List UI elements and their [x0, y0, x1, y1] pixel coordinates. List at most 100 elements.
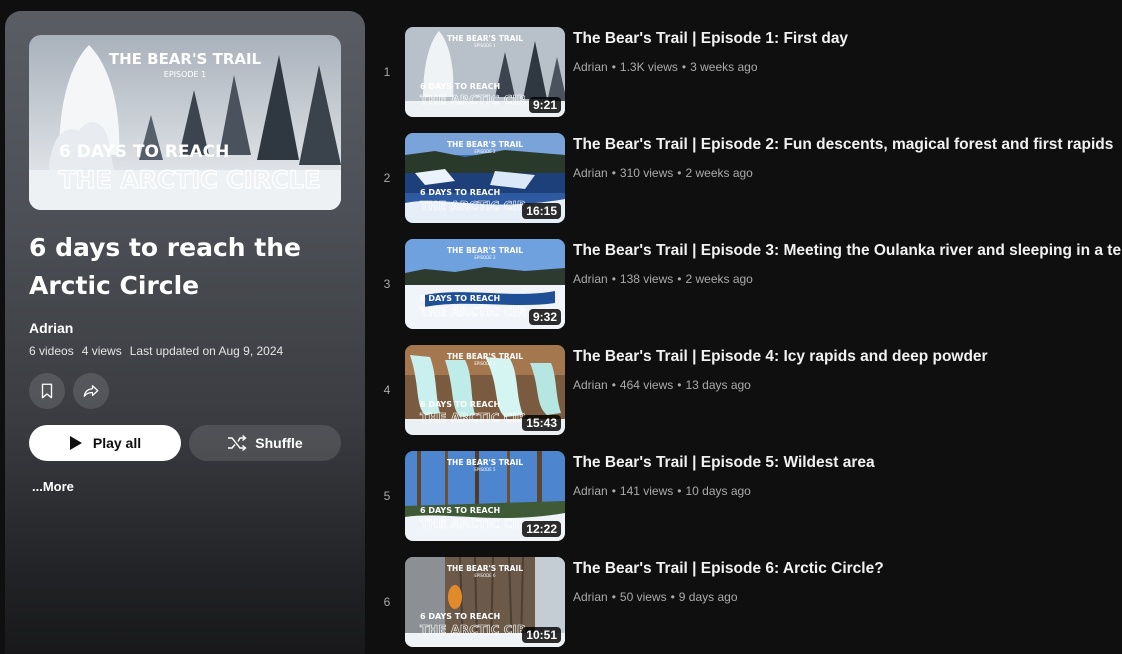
- video-title[interactable]: The Bear's Trail | Episode 5: Wildest ar…: [573, 454, 1121, 472]
- separator-dot: •: [611, 272, 616, 286]
- play-all-label: Play all: [92, 435, 142, 451]
- thumb-series-text: THE BEAR'S TRAIL: [447, 140, 523, 149]
- thumb-line2-text: THE ARCTIC CIR: [420, 517, 526, 531]
- playlist-owner[interactable]: Adrian: [29, 320, 73, 336]
- video-title[interactable]: The Bear's Trail | Episode 2: Fun descen…: [573, 136, 1121, 154]
- video-thumbnail[interactable]: THE BEAR'S TRAIL EPISODE 6 6 DAYS TO REA…: [405, 557, 565, 647]
- thumb-line2-text: THE ARCTIC CIR: [420, 305, 526, 319]
- thumb-series-text: THE BEAR'S TRAIL: [447, 246, 523, 255]
- video-views: 310 views: [619, 166, 674, 180]
- thumb-line2-text: THE ARCTIC CIRCLE: [59, 166, 320, 194]
- video-duration: 10:51: [522, 627, 561, 643]
- list-item[interactable]: 2 THE BEAR'S TRAIL EPISODE 2 6 DAYS TO R…: [370, 133, 1122, 229]
- video-title[interactable]: The Bear's Trail | Episode 3: Meeting th…: [573, 242, 1122, 260]
- thumb-line1-text: 6 DAYS TO REACH: [420, 506, 500, 515]
- video-thumbnail[interactable]: THE BEAR'S TRAIL EPISODE 1 6 DAYS TO REA…: [405, 27, 565, 117]
- separator-dot: •: [677, 484, 682, 498]
- thumb-series-text: THE BEAR'S TRAIL: [447, 352, 523, 361]
- list-item[interactable]: 4 THE BEAR'S TRAIL EPISODE 4 6 DAYS TO R…: [370, 345, 1122, 441]
- thumb-line2-text: THE ARCTIC CIR: [420, 93, 526, 107]
- video-meta: Adrian • 1.3K views • 3 weeks ago: [573, 60, 758, 74]
- thumb-line1-text: 6 DAYS TO REACH: [420, 612, 500, 621]
- video-duration: 9:21: [528, 97, 561, 113]
- video-thumbnail[interactable]: THE BEAR'S TRAIL EPISODE 5 6 DAYS TO REA…: [405, 451, 565, 541]
- thumb-line2-text: THE ARCTIC CIR: [420, 199, 526, 213]
- thumb-episode-text: EPISODE 1: [164, 70, 206, 79]
- shuffle-icon: [228, 435, 247, 451]
- video-thumbnail[interactable]: THE BEAR'S TRAIL EPISODE 3 6 DAYS TO REA…: [405, 239, 565, 329]
- video-title[interactable]: The Bear's Trail | Episode 4: Icy rapids…: [573, 348, 1121, 366]
- separator-dot: •: [611, 590, 616, 604]
- thumb-line1-text: 6 DAYS TO REACH: [420, 400, 500, 409]
- playlist-header-panel: THE BEAR'S TRAIL EPISODE 1 6 DAYS TO REA…: [5, 11, 365, 654]
- thumb-line1-text: 6 DAYS TO REACH: [59, 142, 229, 162]
- play-all-button[interactable]: Play all: [29, 425, 181, 461]
- video-views: 138 views: [619, 272, 674, 286]
- playlist-thumbnail[interactable]: THE BEAR'S TRAIL EPISODE 1 6 DAYS TO REA…: [29, 35, 341, 210]
- thumb-series-text: THE BEAR'S TRAIL: [109, 50, 262, 68]
- list-item[interactable]: 1 THE BEAR'S TRAIL EPISODE 1 6 DAYS TO R…: [370, 27, 1122, 123]
- thumb-episode-text: EPISODE 6: [474, 573, 496, 578]
- video-title[interactable]: The Bear's Trail | Episode 1: First day: [573, 30, 1121, 48]
- video-views: 50 views: [619, 590, 667, 604]
- thumb-series-text: THE BEAR'S TRAIL: [447, 34, 523, 43]
- play-icon: [69, 436, 82, 450]
- separator-dot: •: [611, 60, 616, 74]
- thumb-series-text: THE BEAR'S TRAIL: [447, 458, 523, 467]
- video-duration: 9:32: [528, 309, 561, 325]
- video-thumbnail[interactable]: THE BEAR'S TRAIL EPISODE 4 6 DAYS TO REA…: [405, 345, 565, 435]
- video-duration: 16:15: [522, 203, 561, 219]
- video-thumbnail[interactable]: THE BEAR'S TRAIL EPISODE 2 6 DAYS TO REA…: [405, 133, 565, 223]
- video-channel[interactable]: Adrian: [573, 590, 608, 604]
- video-channel[interactable]: Adrian: [573, 166, 608, 180]
- video-index: 3: [383, 277, 391, 291]
- playlist-title: 6 days to reach the Arctic Circle: [29, 233, 301, 300]
- video-channel[interactable]: Adrian: [573, 60, 608, 74]
- video-meta: Adrian • 50 views • 9 days ago: [573, 590, 738, 604]
- list-item[interactable]: 5 THE BEAR'S TRAIL EPISODE 5 6 DAYS TO R…: [370, 451, 1122, 547]
- video-views: 1.3K views: [619, 60, 678, 74]
- thumb-episode-text: EPISODE 3: [474, 255, 496, 260]
- list-item[interactable]: 3 THE BEAR'S TRAIL EPISODE 3 6 DAYS TO R…: [370, 239, 1122, 335]
- video-index: 6: [383, 595, 391, 609]
- video-age: 10 days ago: [685, 484, 751, 498]
- thumb-episode-text: EPISODE 2: [474, 149, 496, 154]
- thumb-line1-text: 6 DAYS TO REACH: [420, 82, 500, 91]
- shuffle-label: Shuffle: [255, 435, 303, 451]
- thumb-episode-text: EPISODE 4: [474, 361, 496, 366]
- separator-dot: •: [677, 378, 682, 392]
- video-age: 2 weeks ago: [685, 272, 753, 286]
- video-channel[interactable]: Adrian: [573, 272, 608, 286]
- thumb-line2-text: THE ARCTIC CIR: [420, 411, 526, 425]
- video-index: 1: [383, 65, 391, 79]
- separator-dot: •: [677, 272, 682, 286]
- view-count: 4 views: [81, 344, 122, 358]
- share-icon: [83, 385, 99, 397]
- video-meta: Adrian • 138 views • 2 weeks ago: [573, 272, 753, 286]
- video-channel[interactable]: Adrian: [573, 484, 608, 498]
- bookmark-icon: [41, 383, 53, 399]
- last-updated: Last updated on Aug 9, 2024: [129, 344, 284, 358]
- share-playlist-button[interactable]: [73, 373, 109, 409]
- video-index: 2: [383, 171, 391, 185]
- list-item[interactable]: 6 THE BEAR'S TRAIL EPISODE 6 6 DAYS TO R…: [370, 557, 1122, 653]
- video-age: 3 weeks ago: [690, 60, 758, 74]
- video-duration: 15:43: [522, 415, 561, 431]
- separator-dot: •: [677, 166, 682, 180]
- playlist-meta: 6 videos 4 views Last updated on Aug 9, …: [29, 344, 283, 358]
- separator-dot: •: [681, 60, 687, 74]
- video-meta: Adrian • 141 views • 10 days ago: [573, 484, 751, 498]
- save-playlist-button[interactable]: [29, 373, 65, 409]
- video-title[interactable]: The Bear's Trail | Episode 6: Arctic Cir…: [573, 560, 1121, 578]
- thumb-episode-text: EPISODE 1: [474, 43, 496, 48]
- playlist-page: THE BEAR'S TRAIL EPISODE 1 6 DAYS TO REA…: [0, 0, 1122, 654]
- video-age: 2 weeks ago: [685, 166, 753, 180]
- video-channel[interactable]: Adrian: [573, 378, 608, 392]
- thumb-line2-text: THE ARCTIC CIR: [420, 623, 526, 637]
- playlist-thumbnail-image: THE BEAR'S TRAIL EPISODE 1 6 DAYS TO REA…: [29, 35, 341, 210]
- video-meta: Adrian • 310 views • 2 weeks ago: [573, 166, 753, 180]
- video-index: 5: [383, 489, 391, 503]
- shuffle-button[interactable]: Shuffle: [189, 425, 341, 461]
- video-index: 4: [383, 383, 391, 397]
- more-link[interactable]: ...More: [32, 479, 74, 494]
